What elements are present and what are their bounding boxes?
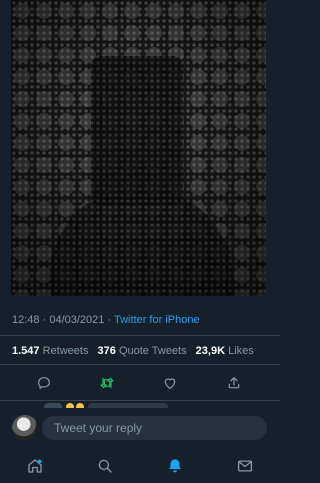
quotes-count: 376 xyxy=(97,345,116,357)
reply-bar: Tweet your reply xyxy=(0,408,280,448)
search-icon xyxy=(98,459,112,473)
retweet-button[interactable] xyxy=(96,372,118,394)
reply-input[interactable]: Tweet your reply xyxy=(42,416,267,440)
tweet-time: 12:48 xyxy=(12,314,40,326)
tab-messages[interactable] xyxy=(234,455,256,477)
tweet-actions xyxy=(0,372,280,394)
retweets-count: 1.547 xyxy=(12,345,40,357)
messages-icon xyxy=(237,460,253,472)
retweet-icon xyxy=(100,377,114,389)
tweet-image[interactable] xyxy=(11,0,266,296)
home-icon xyxy=(28,459,42,473)
share-icon xyxy=(228,377,240,389)
likes-stat[interactable]: 23,9K Likes xyxy=(196,345,254,357)
meta-separator: · xyxy=(42,314,47,326)
tweet-source-link[interactable]: Twitter for iPhone xyxy=(114,314,200,326)
meta-separator: · xyxy=(107,314,112,326)
notifications-icon xyxy=(169,459,181,473)
tweet-timestamp: 12:48 · 04/03/2021 · Twitter for iPhone xyxy=(12,314,200,326)
avatar[interactable] xyxy=(12,415,38,441)
tweet-date: 04/03/2021 xyxy=(49,314,105,326)
heart-icon xyxy=(164,378,176,389)
share-button[interactable] xyxy=(223,372,245,394)
divider xyxy=(0,364,280,365)
bottom-tab-bar xyxy=(0,448,280,483)
retweets-stat[interactable]: 1.547 Retweets xyxy=(12,345,88,357)
tweet-stats: 1.547 Retweets 376 Quote Tweets 23,9K Li… xyxy=(12,345,254,357)
halftone-photo xyxy=(11,0,266,296)
likes-label: Likes xyxy=(228,345,254,357)
tab-home[interactable] xyxy=(24,455,46,477)
divider xyxy=(0,335,280,336)
reply-button[interactable] xyxy=(33,372,55,394)
quotes-label: Quote Tweets xyxy=(118,345,187,357)
tab-notifications[interactable] xyxy=(164,455,186,477)
like-button[interactable] xyxy=(159,372,181,394)
likes-count: 23,9K xyxy=(195,345,226,357)
tab-search[interactable] xyxy=(94,455,116,477)
retweets-label: Retweets xyxy=(42,345,89,357)
comment-icon xyxy=(38,377,50,389)
quotes-stat[interactable]: 376 Quote Tweets xyxy=(98,345,187,357)
